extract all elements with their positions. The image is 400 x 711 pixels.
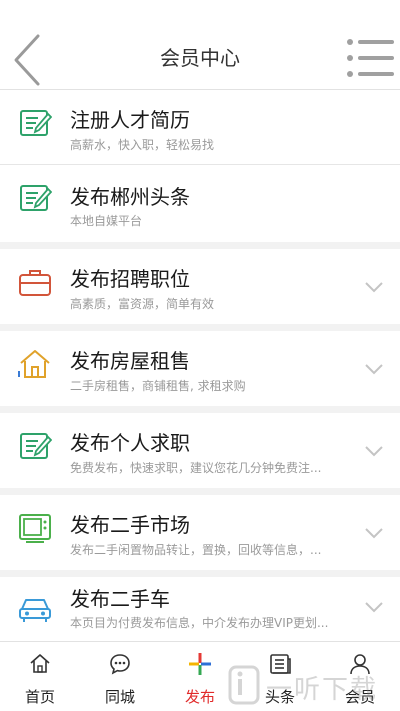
item-subtitle: 本页目为付费发布信息，中介发布办理VIP更划...	[70, 616, 329, 630]
header-bar: 会员中心	[0, 0, 400, 90]
plus-icon	[189, 653, 211, 675]
item-title: 发布二手市场	[70, 513, 190, 537]
list-menu-icon	[347, 39, 394, 77]
chevron-down-icon[interactable]	[364, 445, 384, 457]
tab-label: 同城	[104, 688, 135, 706]
chevron-down-icon[interactable]	[364, 363, 384, 375]
item-title: 发布二手车	[70, 587, 170, 611]
item-subtitle: 发布二手闲置物品转让，置换，回收等信息，...	[70, 543, 322, 557]
watermark: 一听下载	[226, 665, 396, 707]
item-subtitle: 高素质，富资源，简单有效	[70, 297, 215, 311]
list-item-publish-job[interactable]: 发布招聘职位 高素质，富资源，简单有效	[0, 249, 400, 324]
house-icon	[18, 350, 50, 378]
item-title: 发布个人求职	[70, 431, 190, 455]
tab-home[interactable]: 首页	[0, 642, 80, 711]
car-icon	[19, 599, 51, 622]
item-title: 发布房屋租售	[70, 349, 190, 373]
tv-icon	[19, 514, 51, 543]
chat-bubble-icon	[110, 654, 130, 675]
watermark-logo	[228, 665, 260, 705]
list-item-publish-headline[interactable]: 发布郴州头条 本地自媒平台	[0, 165, 400, 242]
list-item-publish-secondhand-market[interactable]: 发布二手市场 发布二手闲置物品转让，置换，回收等信息，...	[0, 495, 400, 570]
briefcase-icon	[19, 270, 51, 296]
watermark-text: 一听下载	[266, 675, 379, 705]
tab-local[interactable]: 同城	[80, 642, 160, 711]
chevron-down-icon[interactable]	[364, 281, 384, 293]
list-item-publish-used-car[interactable]: 发布二手车 本页目为付费发布信息，中介发布办理VIP更划...	[0, 577, 400, 641]
item-title: 注册人才简历	[70, 108, 190, 132]
news-edit-icon	[20, 185, 52, 211]
item-title: 发布招聘职位	[70, 267, 190, 291]
item-subtitle: 本地自媒平台	[70, 214, 143, 228]
chevron-down-icon[interactable]	[364, 527, 384, 539]
list-item-register-resume[interactable]: 注册人才简历 高薪水，快入职，轻松易找	[0, 90, 400, 164]
page-title: 会员中心	[160, 46, 240, 70]
item-subtitle: 二手房租售，商铺租售, 求租求购	[70, 379, 246, 393]
resume-edit-icon	[20, 433, 52, 459]
menu-button[interactable]	[344, 36, 398, 80]
chevron-down-icon[interactable]	[364, 601, 384, 613]
list-item-publish-job-seeking[interactable]: 发布个人求职 免费发布，快速求职，建议您花几分钟免费注...	[0, 413, 400, 488]
resume-edit-icon	[20, 110, 52, 136]
bottom-tab-bar: 首页 同城 发布 头条 会员 一听下载	[0, 641, 400, 711]
home-icon	[30, 654, 50, 673]
tab-label: 首页	[24, 688, 55, 706]
member-center-page: 会员中心 注册人才简历 高薪水，快入职，轻松易找 发布郴州头条 本地自媒平台 发…	[0, 0, 400, 711]
item-subtitle: 高薪水，快入职，轻松易找	[70, 138, 215, 152]
item-title: 发布郴州头条	[70, 185, 190, 209]
list-item-publish-housing[interactable]: 发布房屋租售 二手房租售，商铺租售, 求租求购	[0, 331, 400, 406]
item-subtitle: 免费发布，快速求职，建议您花几分钟免费注...	[70, 461, 322, 475]
